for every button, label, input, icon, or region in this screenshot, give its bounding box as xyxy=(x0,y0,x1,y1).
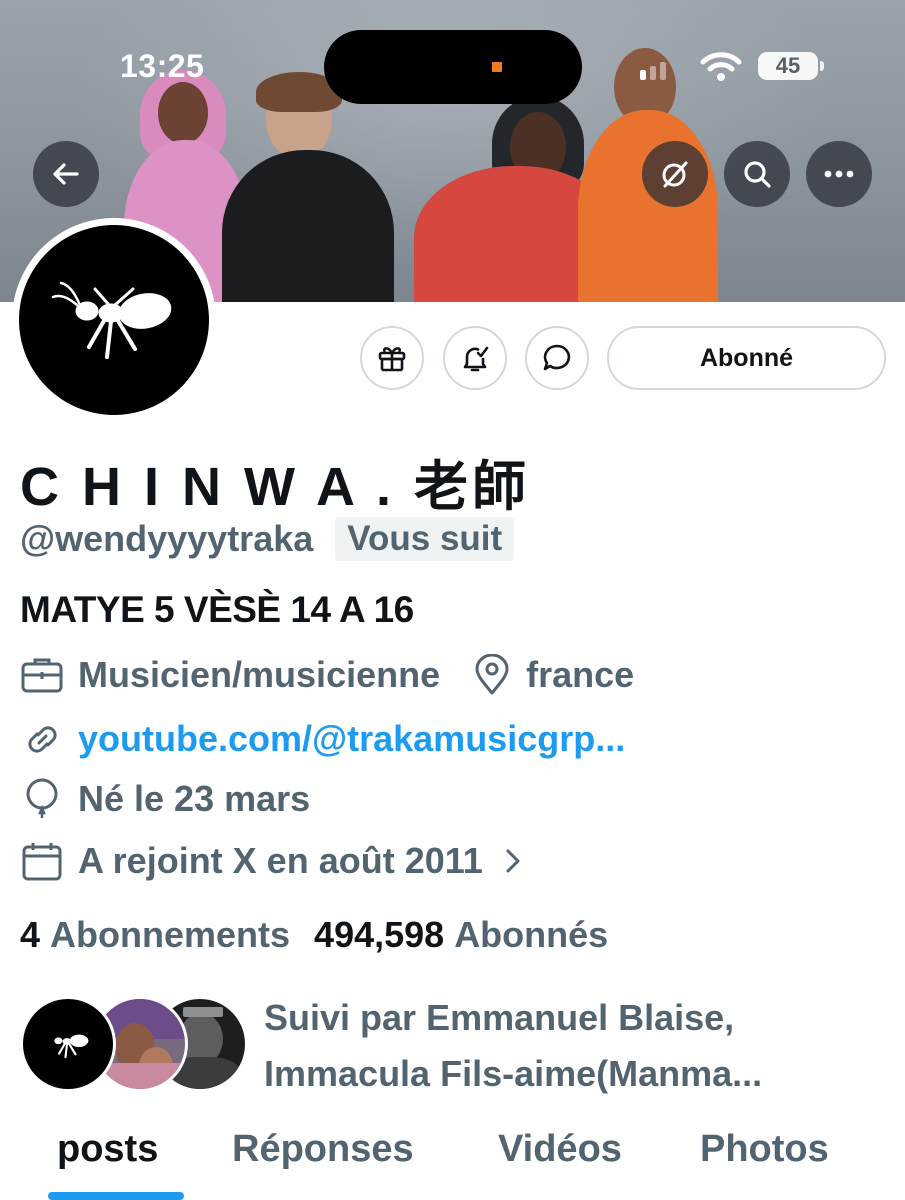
message-button[interactable] xyxy=(525,326,589,390)
tab-posts[interactable]: posts xyxy=(57,1128,158,1171)
battery-indicator: 45 xyxy=(758,52,824,80)
profile-handle: @wendyyyytraka xyxy=(20,518,314,559)
profile-location: france xyxy=(526,654,635,695)
ant-logo-icon xyxy=(19,225,209,415)
notification-bell-icon xyxy=(463,346,489,372)
status-time: 13:25 xyxy=(120,48,205,84)
tab-photos[interactable]: Photos xyxy=(700,1128,829,1171)
following-count: 4 xyxy=(20,914,41,955)
notifications-button[interactable] xyxy=(443,326,507,390)
profile-tabs: posts Réponses Vidéos Photos xyxy=(0,1128,905,1200)
followed-by-line-2: Immacula Fils-aime(Manma... xyxy=(264,1053,763,1094)
briefcase-icon xyxy=(21,658,63,693)
link-icon xyxy=(28,726,57,753)
message-icon xyxy=(543,344,571,371)
gift-button[interactable] xyxy=(360,326,424,390)
more-options-button[interactable] xyxy=(806,141,872,207)
grok-icon xyxy=(662,161,688,188)
status-icons: 45 xyxy=(640,52,830,82)
followers-stat[interactable]: 494,598 Abonnés xyxy=(314,914,608,956)
banner-person-black xyxy=(222,72,394,302)
follows-you-badge: Vous suit xyxy=(335,517,515,561)
chevron-right-icon xyxy=(506,849,520,873)
profile-join-date: A rejoint X en août 2011 xyxy=(78,840,483,881)
balloon-icon xyxy=(26,778,58,818)
following-label: Abonnements xyxy=(50,914,291,955)
more-icon xyxy=(824,170,854,178)
followed-by-line-1: Suivi par Emmanuel Blaise, xyxy=(264,997,735,1038)
profile-website-link[interactable]: youtube.com/@trakamusicgrp... xyxy=(78,718,625,760)
tab-videos[interactable]: Vidéos xyxy=(498,1128,622,1171)
wifi-icon xyxy=(700,52,742,87)
tab-replies[interactable]: Réponses xyxy=(232,1128,414,1171)
profile-birthday: Né le 23 mars xyxy=(78,778,311,819)
profile-avatar[interactable] xyxy=(12,218,216,422)
active-tab-indicator xyxy=(48,1192,184,1200)
following-stat[interactable]: 4 Abonnements xyxy=(20,914,290,956)
followers-label: Abonnés xyxy=(454,914,609,955)
grok-button[interactable] xyxy=(642,141,708,207)
back-button[interactable] xyxy=(33,141,99,207)
website-row: youtube.com/@trakamusicgrp... xyxy=(20,716,625,762)
search-button[interactable] xyxy=(724,141,790,207)
back-arrow-icon xyxy=(53,163,79,185)
profile-category: Musicien/musicienne xyxy=(78,654,441,695)
joined-row[interactable]: A rejoint X en août 2011 xyxy=(20,838,523,884)
profile-display-name: C H I N W A . 老師 xyxy=(20,457,530,517)
calendar-icon xyxy=(22,843,62,881)
search-icon xyxy=(744,161,771,188)
follower-avatar-1 xyxy=(20,996,116,1092)
followers-count: 494,598 xyxy=(314,914,445,955)
followed-by-text: Suivi par Emmanuel Blaise, Immacula Fils… xyxy=(264,990,894,1102)
profile-bio: MATYE 5 VÈSÈ 14 A 16 xyxy=(20,589,414,630)
follow-stats: 4 Abonnements 494,598 Abonnés xyxy=(20,910,608,960)
following-button[interactable]: Abonné xyxy=(607,326,886,390)
dynamic-island xyxy=(324,30,582,104)
gift-icon xyxy=(378,347,406,372)
category-location-row: Musicien/musicienne france xyxy=(20,652,634,698)
location-pin-icon xyxy=(475,654,509,695)
birthday-row: Né le 23 mars xyxy=(20,776,310,822)
handle-row: @wendyyyytraka Vous suit xyxy=(20,514,515,564)
